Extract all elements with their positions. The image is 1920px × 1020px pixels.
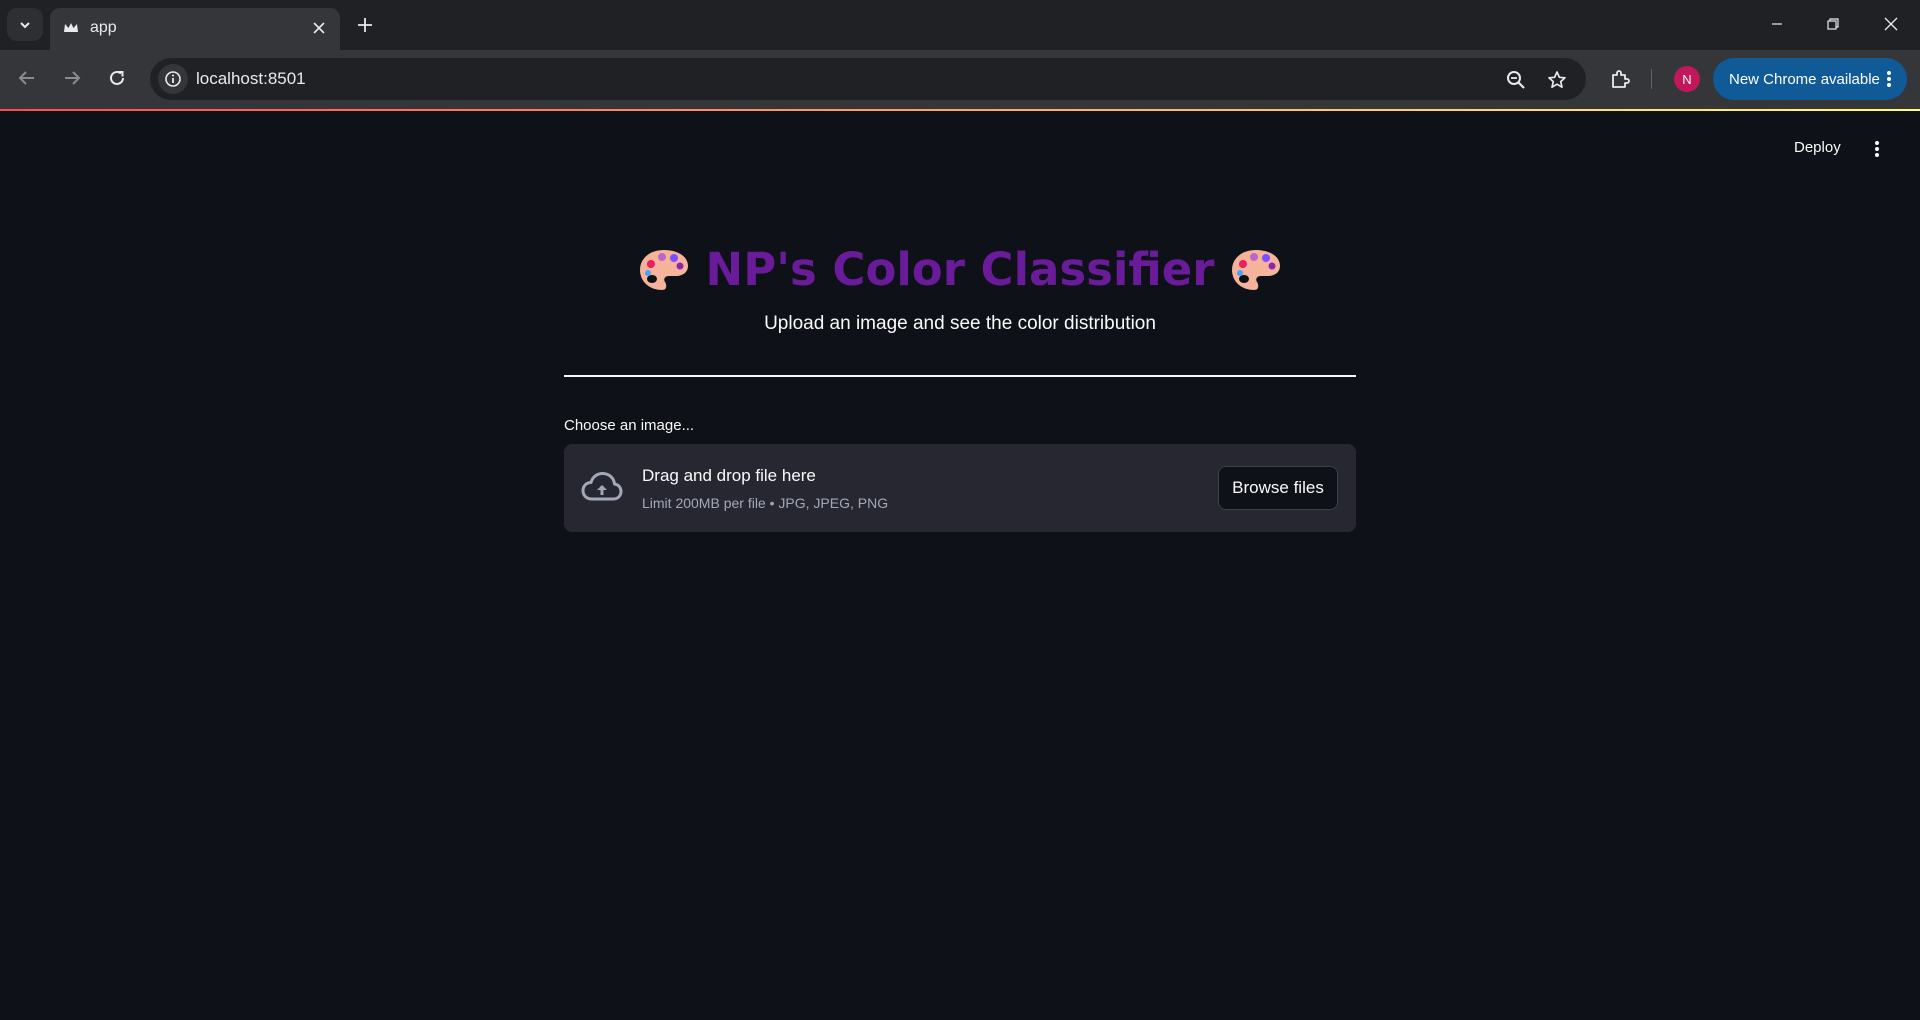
- palette-icon: [1232, 250, 1281, 290]
- site-info-button[interactable]: [158, 64, 188, 94]
- star-icon: [1548, 71, 1566, 89]
- restore-button[interactable]: [1810, 6, 1856, 42]
- streamlit-crown-icon: [64, 23, 78, 32]
- profile-avatar[interactable]: N: [1674, 66, 1700, 92]
- horizontal-divider: [564, 375, 1356, 377]
- file-dropzone[interactable]: Drag and drop file here Limit 200MB per …: [564, 444, 1356, 532]
- app-main-menu-button[interactable]: [1864, 136, 1890, 162]
- tab-search-button[interactable]: [7, 8, 43, 41]
- tab-strip: app: [0, 0, 1920, 50]
- close-window-button[interactable]: [1868, 6, 1914, 42]
- back-button[interactable]: [12, 63, 42, 93]
- restore-icon: [1827, 18, 1839, 30]
- page-subtitle: Upload an image and see the color distri…: [764, 313, 1156, 334]
- arrow-right-icon: [65, 71, 81, 85]
- kebab-menu-icon: [1887, 71, 1891, 87]
- chrome-update-button[interactable]: New Chrome available: [1713, 58, 1907, 100]
- zoom-button[interactable]: [1504, 68, 1528, 92]
- kebab-menu-icon: [1875, 141, 1879, 157]
- palette-icon: [639, 250, 688, 290]
- bookmark-button[interactable]: [1545, 68, 1569, 92]
- browser-toolbar: localhost:8501 N New Chrome available: [0, 50, 1920, 109]
- reload-button[interactable]: [102, 63, 132, 93]
- reload-icon: [110, 70, 124, 85]
- url-text[interactable]: localhost:8501: [196, 69, 306, 89]
- tab-close-button[interactable]: [308, 17, 330, 39]
- browser-tab[interactable]: app: [50, 8, 340, 50]
- forward-button[interactable]: [57, 63, 87, 93]
- address-bar[interactable]: localhost:8501: [150, 58, 1586, 100]
- info-icon: [165, 71, 181, 87]
- app-decoration-line: [0, 109, 1920, 111]
- plus-icon: [358, 18, 372, 32]
- page-title: NP's Color Classifier: [705, 243, 1215, 296]
- minimize-icon: [1772, 23, 1782, 25]
- file-uploader-label: Choose an image...: [564, 417, 695, 434]
- close-icon: [313, 22, 325, 34]
- minimize-button[interactable]: [1754, 6, 1800, 42]
- toolbar-separator: [1651, 69, 1652, 89]
- page-title-row: NP's Color Classifier: [564, 230, 1356, 310]
- zoom-out-icon: [1507, 71, 1525, 89]
- puzzle-icon: [1612, 70, 1630, 88]
- new-tab-button[interactable]: [352, 12, 378, 38]
- browse-files-button[interactable]: Browse files: [1218, 466, 1338, 510]
- deploy-button[interactable]: Deploy: [1786, 136, 1849, 162]
- close-icon: [1884, 17, 1898, 31]
- cloud-upload-icon: [581, 472, 623, 501]
- main-content: NP's Color Classifier Upload an image an…: [564, 230, 1356, 532]
- dropzone-title: Drag and drop file here: [642, 466, 816, 485]
- extensions-button[interactable]: [1606, 65, 1634, 93]
- chrome-update-label: New Chrome available: [1729, 70, 1880, 88]
- arrow-left-icon: [18, 71, 34, 85]
- dropzone-limits: Limit 200MB per file • JPG, JPEG, PNG: [642, 495, 889, 511]
- tab-title: app: [90, 19, 117, 36]
- chrome-menu-button[interactable]: [1879, 67, 1899, 91]
- chevron-down-icon: [20, 21, 30, 28]
